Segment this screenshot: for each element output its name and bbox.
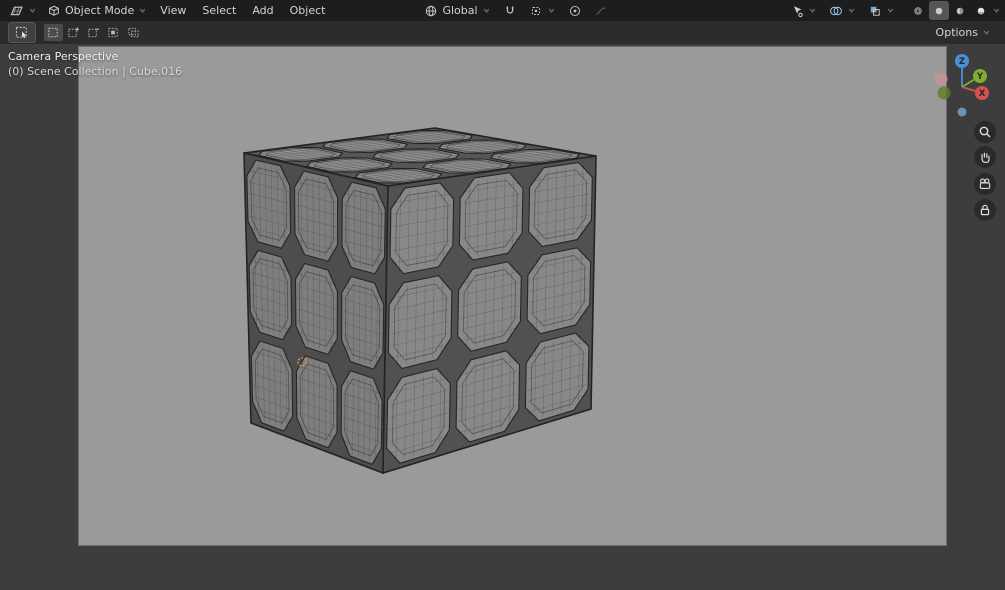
magnet-icon: [503, 4, 517, 18]
select-intersect-icon: [127, 26, 140, 39]
xray-icon: [868, 4, 882, 18]
tool-settings-bar: Options: [0, 21, 1005, 44]
viewport-3d[interactable]: Z YX Camera Perspective (0) Scene Collect…: [0, 44, 1005, 590]
show-gizmo-toggle[interactable]: [785, 1, 822, 20]
view-name-overlay: Camera Perspective: [8, 50, 118, 63]
orientation-label: Global: [442, 4, 477, 17]
select-mode-extend[interactable]: [64, 24, 83, 41]
shading-wireframe-button[interactable]: [908, 1, 928, 20]
select-subtract-icon: [87, 26, 100, 39]
svg-text:X: X: [979, 89, 986, 99]
snap-target-selector[interactable]: [524, 1, 561, 20]
active-tool-select-box[interactable]: [8, 22, 36, 43]
gizmo-icon: [790, 4, 804, 18]
menu-add[interactable]: Add: [244, 1, 281, 20]
chevron-down-icon: [886, 6, 895, 15]
select-mode-invert[interactable]: [104, 24, 123, 41]
snap-toggle[interactable]: [498, 1, 522, 20]
camera-icon: [978, 177, 992, 191]
menu-view[interactable]: View: [152, 1, 194, 20]
zoom-icon: [978, 125, 992, 139]
shading-rendered-button[interactable]: [971, 1, 991, 20]
camera-view-button[interactable]: [974, 173, 996, 195]
proportional-falloff-selector[interactable]: [589, 1, 613, 20]
globe-icon: [424, 4, 438, 18]
mode-label: Object Mode: [65, 4, 134, 17]
material-sphere-icon: [955, 4, 965, 18]
solid-sphere-icon: [934, 4, 944, 18]
chevron-down-icon: [808, 6, 817, 15]
editor-type-selector[interactable]: [4, 1, 42, 20]
select-extend-icon: [67, 26, 80, 39]
lock-button[interactable]: [974, 199, 996, 221]
select-box-tool-icon: [14, 25, 30, 40]
chevron-down-icon: [547, 6, 556, 15]
select-mode-subtract[interactable]: [84, 24, 103, 41]
snap-target-icon: [529, 4, 543, 18]
menu-select[interactable]: Select: [194, 1, 244, 20]
hand-icon: [978, 150, 992, 164]
proportional-editing-toggle[interactable]: [563, 1, 587, 20]
shading-solid-button[interactable]: [929, 1, 949, 20]
breadcrumb: (0) Scene Collection | Cube.016: [8, 65, 182, 78]
options-label: Options: [936, 26, 978, 39]
wireframe-sphere-icon: [913, 4, 923, 18]
pan-button[interactable]: [974, 146, 996, 168]
lock-icon: [978, 203, 992, 217]
select-mode-intersect[interactable]: [124, 24, 143, 41]
select-mode-new[interactable]: [44, 24, 63, 41]
chevron-down-icon: [847, 6, 856, 15]
proportional-editing-icon: [568, 4, 582, 18]
falloff-curve-icon: [594, 4, 608, 18]
show-overlays-toggle[interactable]: [824, 1, 861, 20]
editor-type-icon: [9, 3, 24, 18]
shading-mode-group: [908, 1, 1001, 20]
select-new-icon: [47, 26, 60, 39]
mode-selector[interactable]: Object Mode: [42, 1, 152, 20]
camera-view-frame: [78, 46, 947, 546]
toggle-xray-button[interactable]: [863, 1, 900, 20]
chevron-down-icon: [138, 6, 147, 15]
cube-icon: [47, 4, 61, 18]
chevron-down-icon: [28, 6, 37, 15]
select-invert-icon: [107, 26, 120, 39]
viewport-header: Object Mode View Select Add Object Globa…: [0, 0, 1005, 21]
chevron-down-icon: [482, 6, 491, 15]
shading-material-button[interactable]: [950, 1, 970, 20]
transform-orientation-selector[interactable]: Global: [419, 1, 495, 20]
shading-dropdown-chevron-icon[interactable]: [992, 6, 1001, 15]
menu-object[interactable]: Object: [282, 1, 334, 20]
select-mode-group: [44, 24, 143, 41]
options-dropdown[interactable]: Options: [930, 25, 997, 40]
overlays-icon: [829, 4, 843, 18]
zoom-button[interactable]: [974, 121, 996, 143]
menu-bar: View Select Add Object: [152, 1, 333, 20]
svg-text:Y: Y: [976, 72, 984, 82]
rendered-sphere-icon: [976, 4, 986, 18]
svg-text:Z: Z: [959, 57, 965, 67]
chevron-down-icon: [982, 28, 991, 37]
